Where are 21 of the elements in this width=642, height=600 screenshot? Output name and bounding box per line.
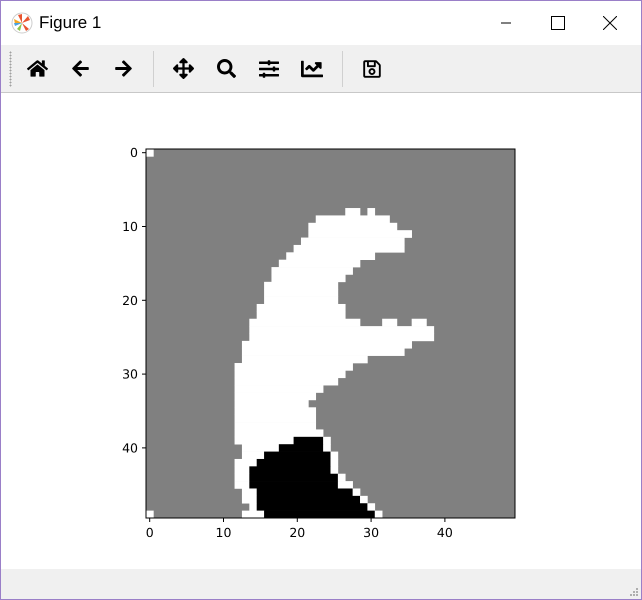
app-logo-icon — [11, 12, 33, 34]
sliders-icon — [259, 58, 279, 78]
home-icon — [26, 58, 48, 79]
window-title: Figure 1 — [39, 13, 102, 33]
y-tick-label: 10 — [122, 219, 138, 234]
y-tick-label: 30 — [122, 366, 138, 382]
x-tick-label: 0 — [146, 525, 154, 540]
arrow-right-icon — [114, 59, 132, 78]
x-tick-label: 20 — [289, 525, 306, 540]
y-tick-label: 0 — [130, 145, 138, 160]
size-grip-icon — [629, 587, 639, 597]
close-icon — [603, 16, 617, 30]
x-tick-label: 40 — [436, 525, 453, 540]
y-tick-label: 40 — [122, 440, 138, 456]
search-icon — [216, 59, 236, 78]
y-tick-label: 20 — [122, 292, 138, 308]
move-arrows-icon — [172, 58, 194, 79]
x-tick-label: 10 — [216, 525, 232, 540]
x-tick-label: 30 — [363, 525, 380, 540]
arrow-left-icon — [70, 59, 90, 78]
maximize-icon — [551, 16, 565, 30]
